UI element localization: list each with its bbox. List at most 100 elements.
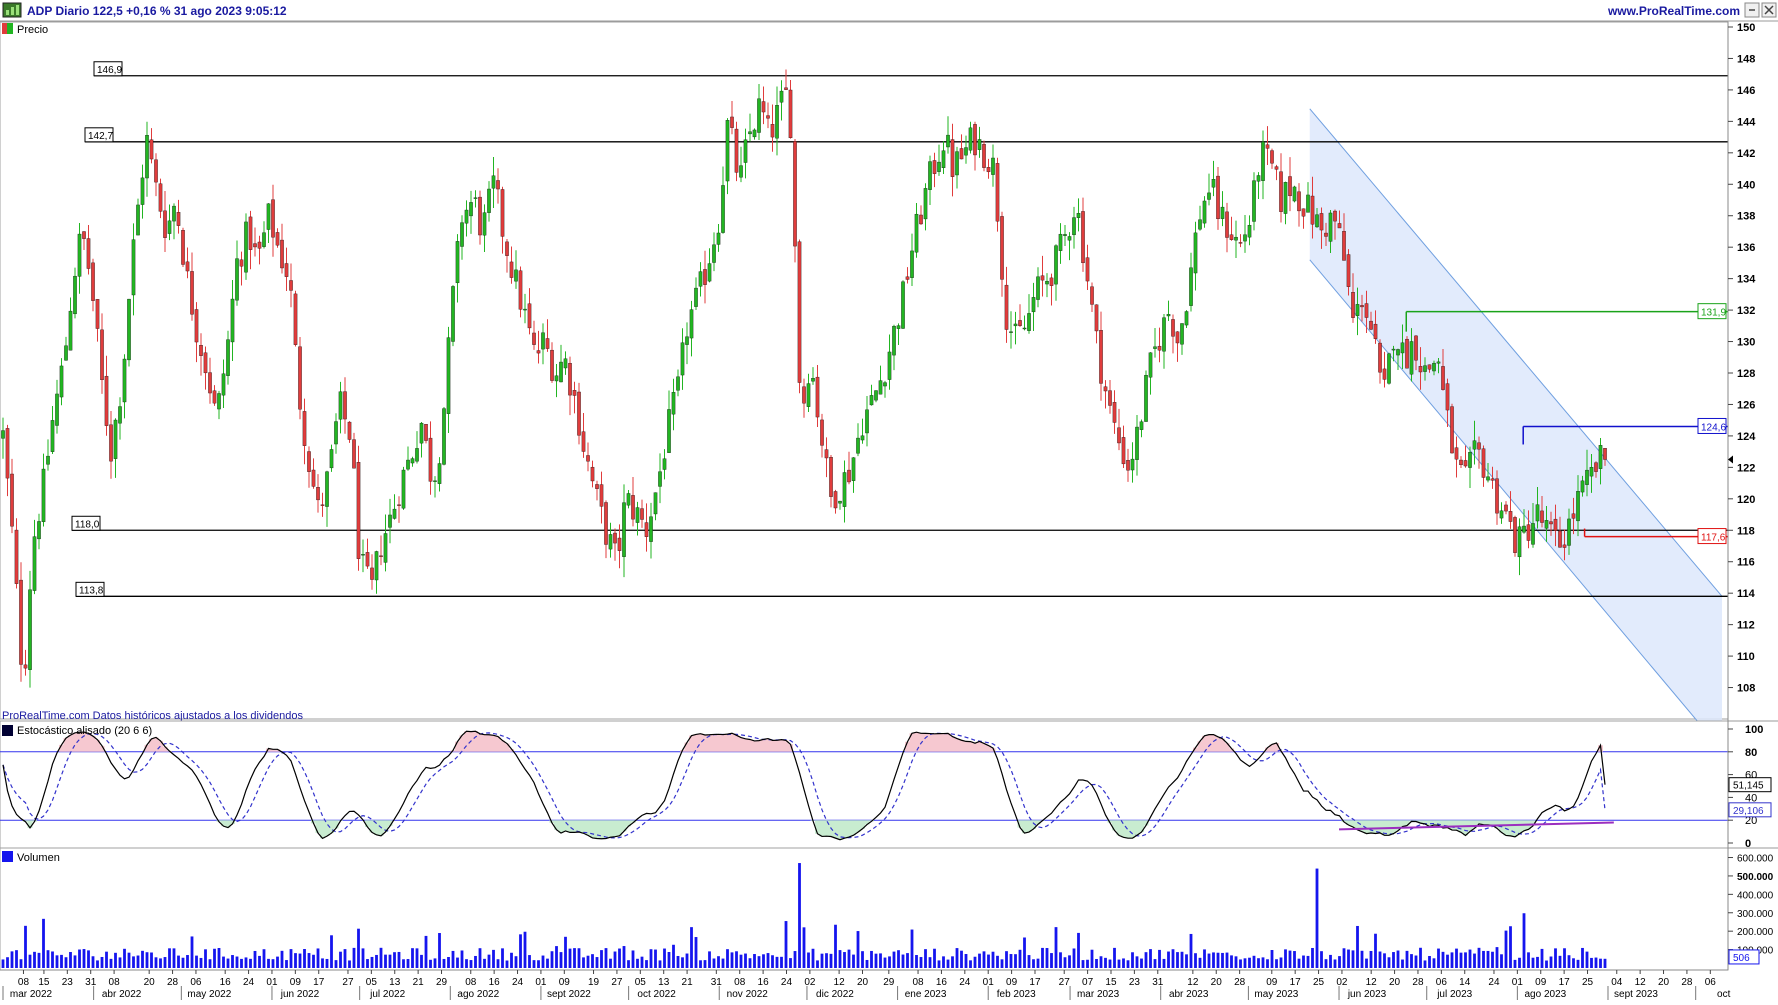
volume-bar (109, 958, 113, 968)
volume-bar (415, 948, 419, 968)
volume-bar (505, 960, 509, 968)
candle-body (1018, 320, 1022, 326)
candle-body (1004, 284, 1009, 330)
candle-body (1567, 518, 1571, 546)
candle (347, 421, 352, 443)
volume-bar (1212, 952, 1215, 968)
month-tick-label: feb 2023 (997, 989, 1036, 1000)
volume-bar (1185, 954, 1188, 968)
month-tick-label: jul 2022 (369, 989, 405, 1000)
price-tick-label: 122 (1737, 462, 1755, 474)
candle-body (838, 500, 842, 504)
volume-bar (717, 956, 720, 968)
candle-body (59, 365, 64, 398)
volume-bar (334, 960, 338, 968)
candle-body (550, 349, 554, 381)
candle-body (55, 393, 59, 426)
day-tick-label: 08 (912, 977, 924, 988)
candle-body (455, 241, 460, 284)
month-tick-label: abr 2022 (102, 989, 142, 1000)
candle-body (941, 150, 946, 169)
volume-bar (1153, 959, 1157, 968)
candle-body (797, 241, 802, 383)
candle (356, 445, 361, 571)
candle-body (28, 589, 32, 670)
volume-bar (1257, 958, 1260, 968)
volume-bar (33, 951, 36, 968)
candle-body (1418, 366, 1423, 373)
volume-bar (118, 957, 122, 968)
volume-bar (141, 950, 144, 968)
volume-bar (649, 949, 653, 968)
volume-tick-label: 600.000 (1737, 854, 1774, 865)
candle-body (887, 351, 892, 380)
candle-body (406, 459, 410, 470)
volume-bar (1428, 956, 1431, 968)
volume-bar (658, 960, 662, 968)
candle-body (194, 309, 199, 343)
candle-body (392, 508, 397, 519)
volume-bar (456, 957, 459, 968)
volume-bar (739, 954, 743, 968)
volume-bar (1279, 957, 1283, 968)
candle-body (1108, 390, 1112, 406)
candle-body (1400, 342, 1405, 354)
candle-body (595, 484, 599, 489)
candle-body (1265, 144, 1270, 149)
candle-body (1211, 179, 1216, 188)
chart-window: ADP Diario 122,5 +0,16 % 31 ago 2023 9:0… (0, 0, 1778, 1000)
candle-body (554, 375, 559, 382)
volume-bar (789, 958, 792, 968)
candle-body (842, 472, 847, 507)
candle (442, 406, 446, 466)
volume-bar (901, 954, 905, 968)
candle (1292, 185, 1297, 203)
volume-bar (609, 958, 612, 968)
volume-bar (883, 957, 887, 968)
candle (734, 121, 739, 182)
volume-bar (955, 948, 959, 968)
day-tick-label: 08 (18, 977, 30, 988)
x-axis[interactable]: 08 15 23 31 08 20 28 06 16 24 01 09 17 27 05 13 21 29 08 16… (0, 969, 1731, 1000)
candle-body (1139, 421, 1144, 430)
volume-bar (487, 954, 491, 968)
right-level-label: 124,6 (1701, 422, 1726, 433)
candle-body (1306, 194, 1310, 213)
candle-body (1076, 213, 1081, 218)
volume-bar (888, 956, 891, 968)
month-tick-label: nov 2022 (727, 989, 769, 1000)
candle-body (257, 241, 262, 249)
candle-body (316, 487, 320, 501)
candle-body (1571, 513, 1576, 519)
candle-body (1315, 214, 1319, 228)
volume-last-label: 506 (1733, 953, 1750, 964)
candle-body (1256, 175, 1261, 182)
volume-bar (1252, 955, 1256, 968)
volume-bar (676, 955, 680, 968)
level-label-box: 146,9 (93, 61, 123, 77)
volume-bar (672, 944, 675, 968)
candle-body (784, 87, 788, 90)
volume-bar (937, 960, 941, 968)
candle-body (158, 183, 163, 212)
volume-bar (829, 953, 833, 968)
candle-body (289, 280, 293, 291)
day-tick-label: 14 (1459, 977, 1471, 988)
day-tick-label: 28 (1412, 977, 1424, 988)
volume-bar (1531, 957, 1535, 968)
candle-body (770, 124, 775, 138)
volume-bar (1423, 960, 1427, 968)
website-link[interactable]: www.ProRealTime.com (1607, 4, 1740, 18)
candle-body (622, 502, 626, 557)
candle-body (1234, 236, 1238, 241)
volume-bar (1315, 868, 1319, 968)
volume-bar (181, 957, 185, 968)
candle-body (685, 336, 689, 345)
volume-bar (285, 960, 288, 968)
volume-bar (825, 953, 828, 968)
candle-body (1166, 314, 1171, 317)
candle-body (127, 298, 131, 361)
volume-bar (1437, 948, 1440, 968)
volume-bar (1221, 952, 1224, 968)
volume-bar (330, 935, 333, 968)
